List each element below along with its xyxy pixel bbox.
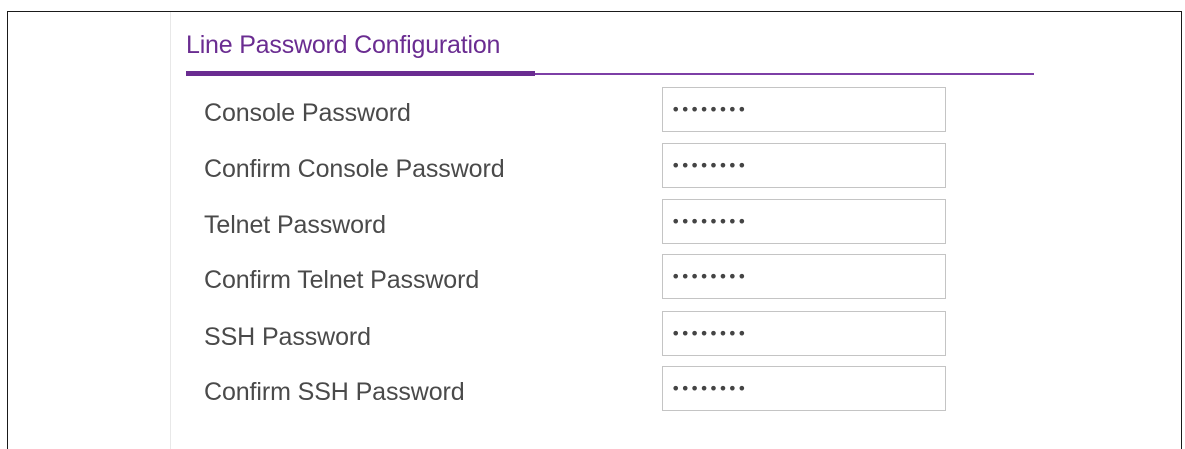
section-title-underline-accent bbox=[186, 71, 535, 76]
console-password-field[interactable] bbox=[662, 87, 946, 132]
confirm-console-password-row: Confirm Console Password bbox=[0, 143, 1185, 201]
confirm-telnet-password-field[interactable] bbox=[662, 254, 946, 299]
confirm-console-password-field[interactable] bbox=[662, 143, 946, 188]
ssh-password-label: SSH Password bbox=[204, 323, 371, 351]
confirm-telnet-password-label: Confirm Telnet Password bbox=[204, 266, 480, 294]
confirm-ssh-password-field[interactable] bbox=[662, 366, 946, 411]
confirm-console-password-label: Confirm Console Password bbox=[204, 155, 505, 183]
confirm-ssh-password-row: Confirm SSH Password bbox=[0, 366, 1185, 424]
telnet-password-row: Telnet Password bbox=[0, 199, 1185, 257]
telnet-password-field[interactable] bbox=[662, 199, 946, 244]
ssh-password-field[interactable] bbox=[662, 311, 946, 356]
ssh-password-row: SSH Password bbox=[0, 311, 1185, 369]
confirm-ssh-password-label: Confirm SSH Password bbox=[204, 378, 465, 406]
section-title: Line Password Configuration bbox=[186, 31, 501, 59]
confirm-telnet-password-row: Confirm Telnet Password bbox=[0, 254, 1185, 312]
console-password-row: Console Password bbox=[0, 87, 1185, 145]
telnet-password-label: Telnet Password bbox=[204, 211, 386, 239]
console-password-label: Console Password bbox=[204, 99, 411, 127]
